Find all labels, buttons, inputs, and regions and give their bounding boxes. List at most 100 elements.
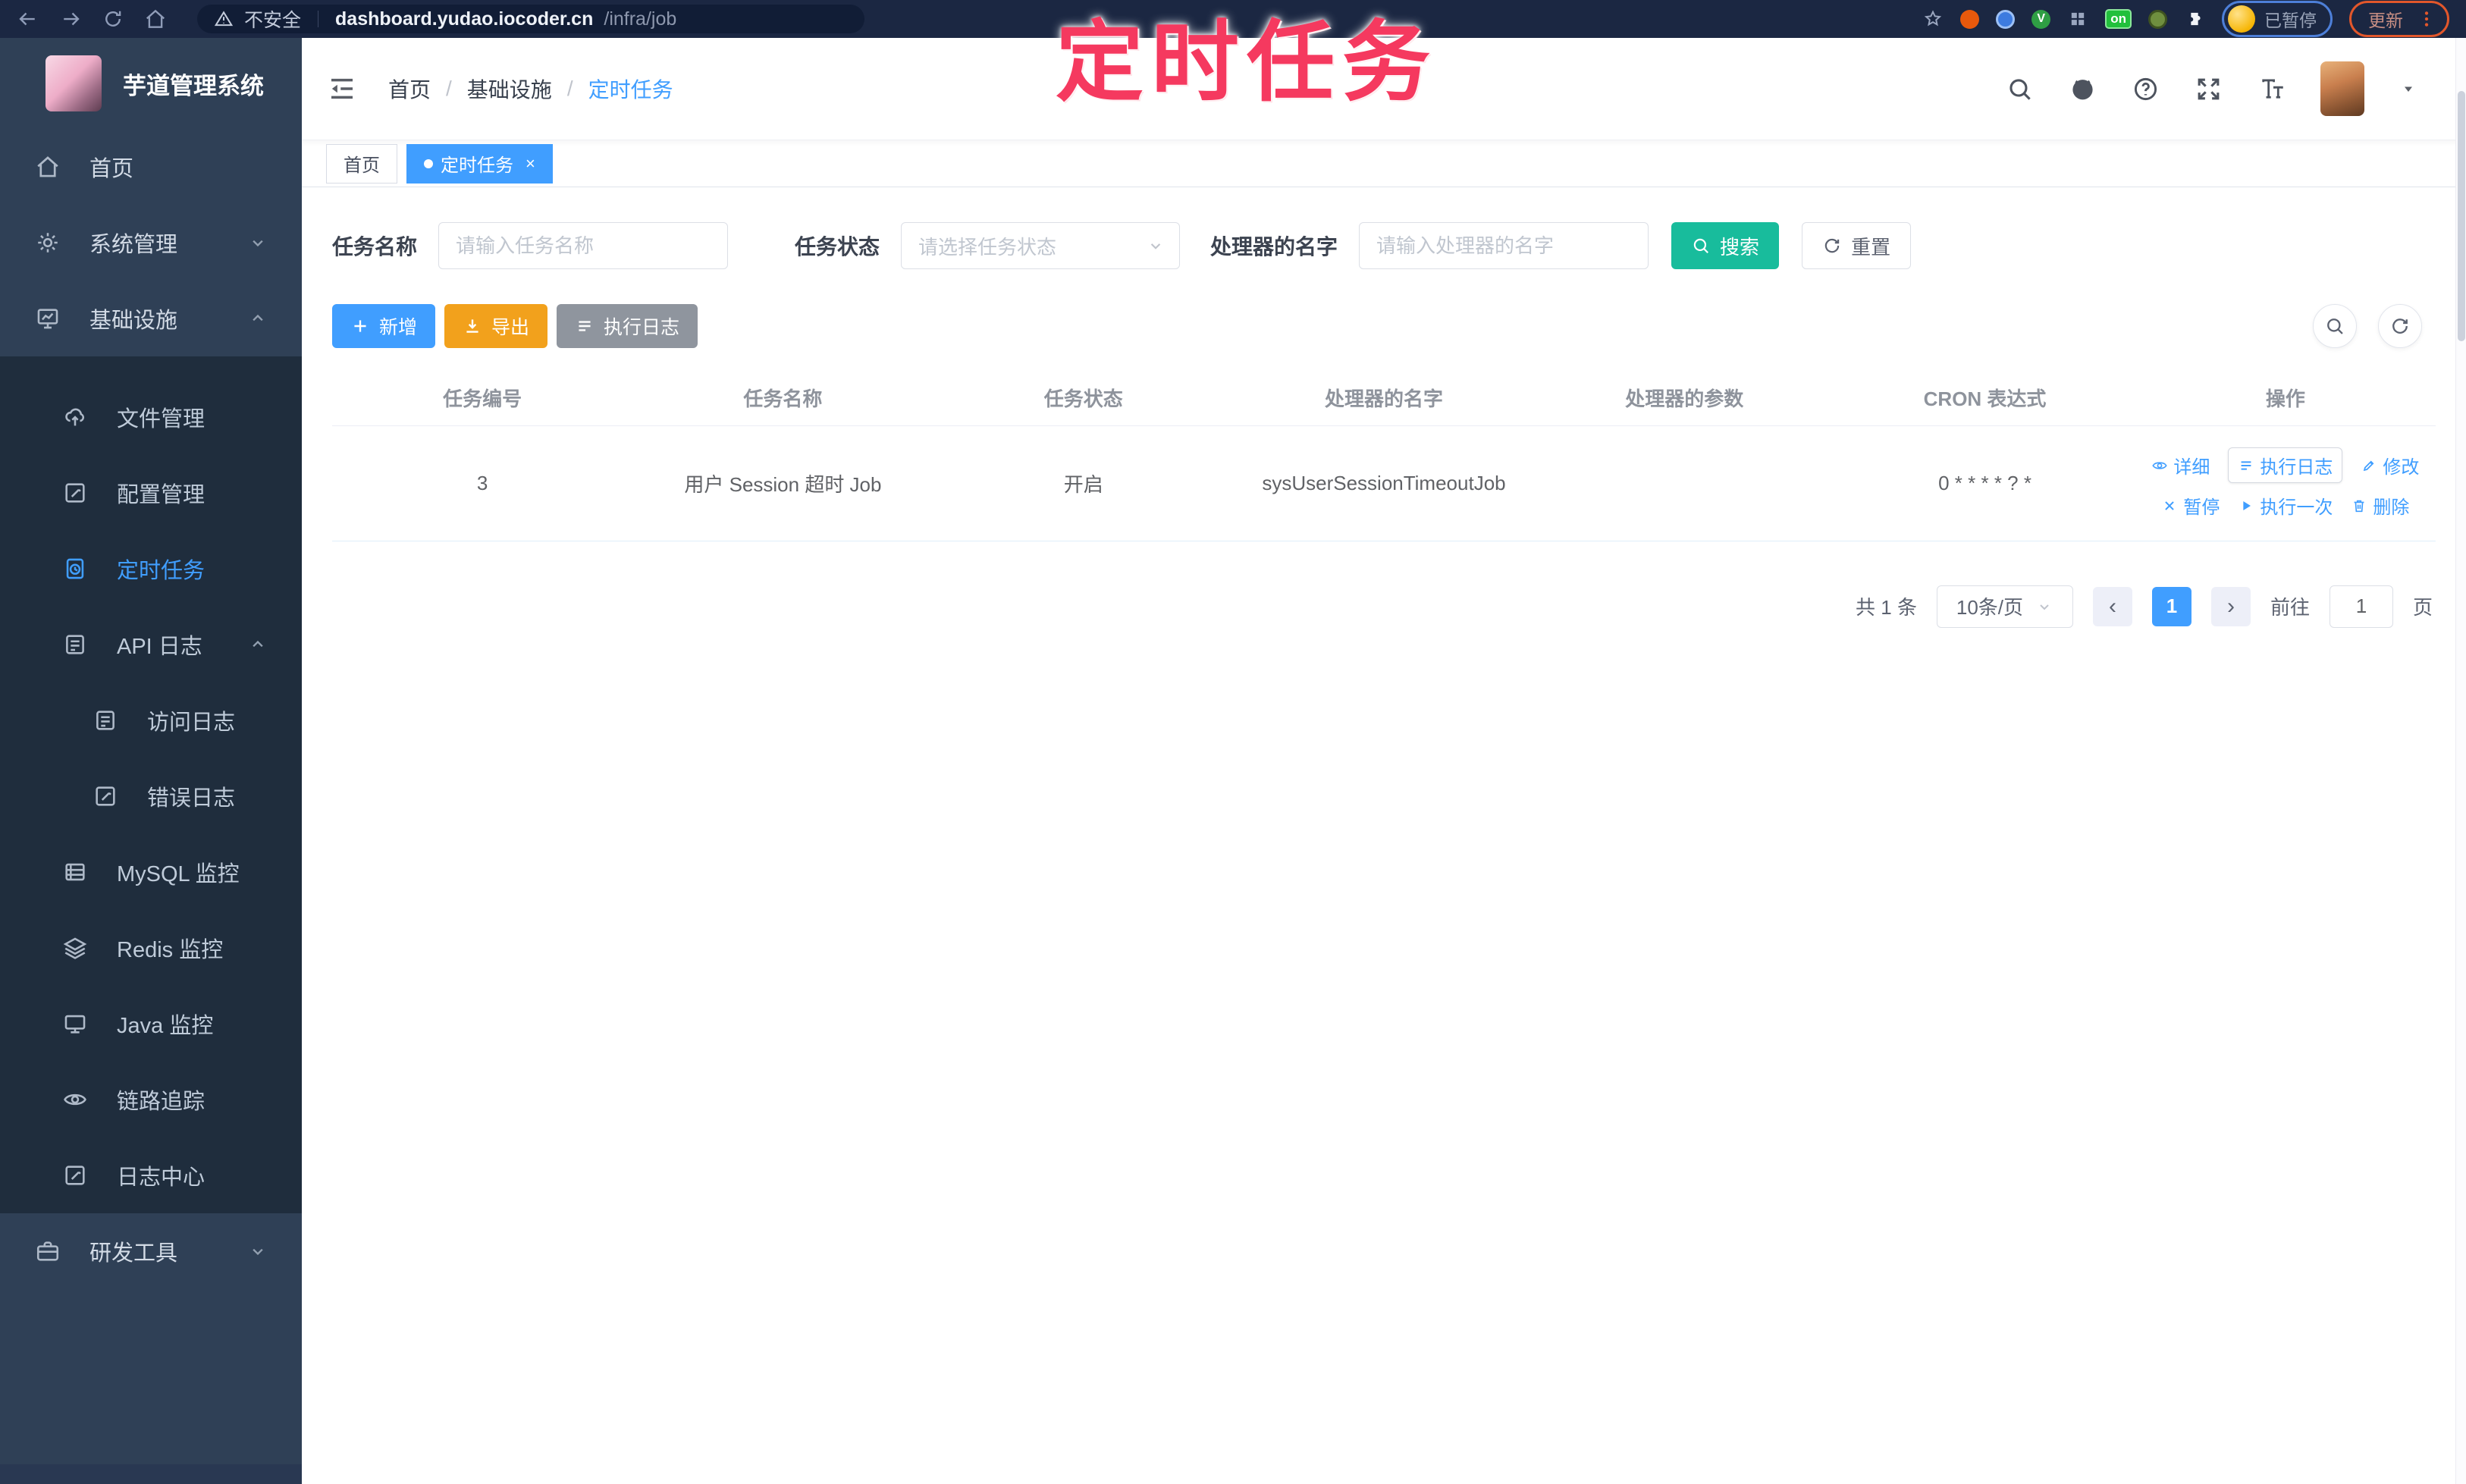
next-page-button[interactable]: ›: [2210, 586, 2251, 626]
bookmark-star-icon[interactable]: [1922, 8, 1944, 30]
fullscreen-icon[interactable]: [2195, 75, 2223, 103]
tab-close-icon[interactable]: ×: [526, 154, 535, 174]
pagination: 共 1 条 10条/页 ‹ 1 › 前往 页: [332, 585, 2436, 628]
edit-link[interactable]: 修改: [2361, 452, 2419, 478]
close-icon: [2161, 497, 2178, 514]
page-scrollbar[interactable]: [2455, 38, 2466, 1484]
pause-link[interactable]: 暂停: [2161, 492, 2220, 519]
home-icon: [35, 154, 61, 180]
sidebar-item-java-monitor[interactable]: Java 监控: [0, 986, 302, 1062]
sidebar-item-log-center[interactable]: 日志中心: [0, 1137, 302, 1213]
page-unit-label: 页: [2412, 596, 2433, 619]
edit-square-icon: [62, 1162, 88, 1188]
add-button[interactable]: 新增: [332, 304, 436, 348]
sidebar-item-infra[interactable]: 基础设施: [0, 281, 302, 356]
extension-green-icon[interactable]: V: [2031, 9, 2051, 29]
reset-button[interactable]: 重置: [1802, 222, 1912, 269]
execution-log-button[interactable]: 执行日志: [557, 304, 698, 348]
tab-label: 首页: [344, 155, 380, 176]
gear-icon: [35, 230, 61, 256]
cell-job-name: 用户 Session 超时 Job: [632, 425, 933, 541]
log-icon: [62, 632, 88, 657]
chevron-down-icon: [247, 232, 268, 253]
cell-actions: 详细 执行日志 修改 暂停 执行一次 删除: [2135, 425, 2436, 541]
sidebar-item-system[interactable]: 系统管理: [0, 205, 302, 281]
navbar-actions: [2006, 61, 2417, 116]
browser-back-icon[interactable]: [17, 8, 39, 30]
security-label: 不安全: [244, 10, 302, 31]
help-icon[interactable]: [2132, 75, 2160, 103]
search-icon: [1691, 236, 1711, 256]
caret-down-icon[interactable]: [2399, 80, 2417, 98]
extension-on-badge[interactable]: on: [2105, 9, 2132, 29]
sidebar-item-label: Redis 监控: [117, 938, 224, 962]
export-button[interactable]: 导出: [444, 304, 548, 348]
browser-profile-button[interactable]: 已暂停: [2222, 1, 2333, 37]
sidebar-item-mysql-monitor[interactable]: MySQL 监控: [0, 834, 302, 910]
user-avatar[interactable]: [2320, 61, 2364, 116]
goto-page-input[interactable]: [2329, 585, 2393, 628]
list-icon: [2238, 457, 2254, 474]
extensions-puzzle-icon[interactable]: [2184, 8, 2205, 30]
app-logo-row[interactable]: 芋道管理系统: [0, 38, 302, 129]
sidebar-item-tracing[interactable]: 链路追踪: [0, 1062, 302, 1137]
infrastructure-icon: [35, 306, 61, 331]
sidebar-item-redis-monitor[interactable]: Redis 监控: [0, 910, 302, 986]
briefcase-icon: [35, 1238, 61, 1264]
breadcrumb-separator: /: [446, 77, 452, 100]
browser-reload-icon[interactable]: [102, 8, 124, 30]
toggle-search-button[interactable]: [2313, 304, 2357, 348]
url-host: dashboard.yudao.iocoder.cn: [335, 8, 594, 30]
job-name-input[interactable]: [438, 222, 729, 269]
page-number-1[interactable]: 1: [2151, 586, 2191, 626]
sidebar-item-access-log[interactable]: 访问日志: [0, 682, 302, 758]
extension-blue-icon[interactable]: [1996, 9, 2016, 29]
github-icon[interactable]: [2069, 75, 2097, 103]
browser-home-icon[interactable]: [144, 8, 167, 30]
browser-forward-icon[interactable]: [59, 8, 82, 30]
update-label: 更新: [2368, 11, 2403, 30]
pencil-icon: [2361, 457, 2377, 474]
row-execution-log-link[interactable]: 执行日志: [2228, 447, 2343, 483]
app-title: 芋道管理系统: [123, 72, 264, 99]
sidebar-item-scheduled-job[interactable]: 定时任务: [0, 531, 302, 607]
tab-scheduled-job[interactable]: 定时任务 ×: [406, 143, 553, 184]
job-status-select[interactable]: 请选择任务状态: [901, 222, 1181, 269]
sidebar-item-error-log[interactable]: 错误日志: [0, 758, 302, 834]
extension-monkey-icon[interactable]: [2148, 9, 2167, 29]
breadcrumb-infra[interactable]: 基础设施: [467, 74, 552, 104]
refresh-table-button[interactable]: [2378, 304, 2422, 348]
page-content: 任务名称 任务状态 请选择任务状态 处理器的名字 搜索 重置: [302, 187, 2466, 1484]
browser-update-button[interactable]: 更新: [2349, 1, 2449, 37]
detail-link[interactable]: 详细: [2151, 452, 2210, 478]
font-size-icon[interactable]: [2257, 75, 2286, 103]
scrollbar-thumb[interactable]: [2458, 91, 2465, 341]
breadcrumb-home[interactable]: 首页: [388, 74, 431, 104]
sidebar-item-file-manage[interactable]: 文件管理: [0, 379, 302, 455]
sidebar-fold-icon[interactable]: [326, 73, 358, 105]
sidebar-item-dev-tools[interactable]: 研发工具: [0, 1213, 302, 1289]
cell-handler-param: [1534, 425, 1835, 541]
sidebar-item-config-manage[interactable]: 配置管理: [0, 455, 302, 531]
handler-name-input[interactable]: [1359, 222, 1649, 269]
sidebar-item-api-log[interactable]: API 日志: [0, 607, 302, 682]
page-size-select[interactable]: 10条/页: [1936, 585, 2073, 628]
add-button-label: 新增: [379, 317, 418, 338]
sidebar-item-home[interactable]: 首页: [0, 129, 302, 205]
total-count: 共 1 条: [1856, 596, 1917, 619]
tab-home[interactable]: 首页: [326, 143, 397, 184]
eye-icon: [2151, 457, 2168, 474]
sync-paused-label: 已暂停: [2264, 11, 2317, 30]
browser-menu-icon[interactable]: [2417, 9, 2436, 29]
extension-grid-icon[interactable]: [2067, 8, 2088, 30]
export-button-label: 导出: [491, 317, 530, 338]
search-icon[interactable]: [2006, 75, 2034, 103]
search-button[interactable]: 搜索: [1671, 222, 1780, 269]
sidebar-item-label: MySQL 监控: [117, 862, 240, 886]
address-bar[interactable]: 不安全 dashboard.yudao.iocoder.cn/infra/job: [197, 5, 864, 33]
prev-page-button[interactable]: ‹: [2092, 586, 2132, 626]
run-once-link[interactable]: 执行一次: [2238, 492, 2333, 519]
delete-link[interactable]: 删除: [2351, 492, 2409, 519]
extension-orange-icon[interactable]: [1960, 9, 1980, 29]
timer-icon: [62, 556, 88, 582]
